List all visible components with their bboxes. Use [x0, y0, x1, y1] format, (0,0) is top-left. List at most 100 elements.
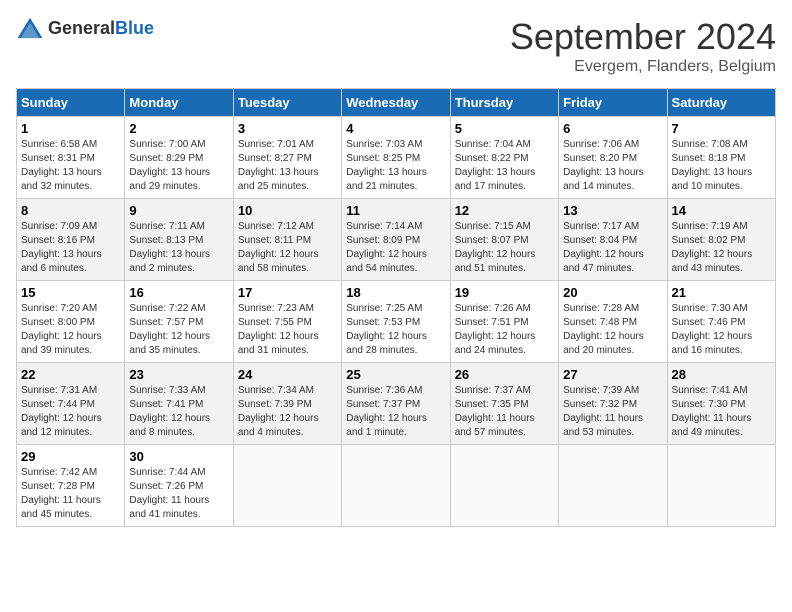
day-number: 12: [455, 203, 554, 218]
day-info: Sunrise: 7:06 AM Sunset: 8:20 PM Dayligh…: [563, 138, 662, 194]
day-number: 9: [129, 203, 228, 218]
day-number: 14: [672, 203, 771, 218]
header-cell-sunday: Sunday: [17, 89, 125, 117]
day-number: 20: [563, 285, 662, 300]
day-info: Sunrise: 7:17 AM Sunset: 8:04 PM Dayligh…: [563, 220, 662, 276]
empty-cell: [233, 445, 341, 527]
day-number: 13: [563, 203, 662, 218]
day-info: Sunrise: 7:11 AM Sunset: 8:13 PM Dayligh…: [129, 220, 228, 276]
day-number: 24: [238, 367, 337, 382]
day-cell-13: 13 Sunrise: 7:17 AM Sunset: 8:04 PM Dayli…: [559, 199, 667, 281]
day-info: Sunrise: 7:41 AM Sunset: 7:30 PM Dayligh…: [672, 384, 771, 440]
day-info: Sunrise: 7:30 AM Sunset: 7:46 PM Dayligh…: [672, 302, 771, 358]
day-info: Sunrise: 7:44 AM Sunset: 7:26 PM Dayligh…: [129, 466, 228, 522]
day-cell-5: 5Sunrise: 7:04 AM Sunset: 8:22 PM Daylig…: [450, 117, 558, 199]
day-cell-28: 28 Sunrise: 7:41 AM Sunset: 7:30 PM Dayli…: [667, 363, 775, 445]
day-number: 11: [346, 203, 445, 218]
day-number: 19: [455, 285, 554, 300]
day-number: 7: [672, 121, 771, 136]
day-info: Sunrise: 7:36 AM Sunset: 7:37 PM Dayligh…: [346, 384, 445, 440]
day-info: Sunrise: 7:08 AM Sunset: 8:18 PM Dayligh…: [672, 138, 771, 194]
day-number: 4: [346, 121, 445, 136]
day-info: Sunrise: 7:39 AM Sunset: 7:32 PM Dayligh…: [563, 384, 662, 440]
day-number: 1: [21, 121, 120, 136]
generalblue-logo-icon: [16, 16, 44, 40]
header-cell-tuesday: Tuesday: [233, 89, 341, 117]
title-area: September 2024 Evergem, Flanders, Belgiu…: [510, 16, 776, 76]
day-number: 10: [238, 203, 337, 218]
day-info: Sunrise: 7:31 AM Sunset: 7:44 PM Dayligh…: [21, 384, 120, 440]
empty-cell: [667, 445, 775, 527]
day-cell-7: 7 Sunrise: 7:08 AM Sunset: 8:18 PM Daylig…: [667, 117, 775, 199]
calendar-header: SundayMondayTuesdayWednesdayThursdayFrid…: [17, 89, 776, 117]
day-number: 8: [21, 203, 120, 218]
day-number: 17: [238, 285, 337, 300]
day-info: Sunrise: 7:37 AM Sunset: 7:35 PM Dayligh…: [455, 384, 554, 440]
day-cell-12: 12Sunrise: 7:15 AM Sunset: 8:07 PM Dayli…: [450, 199, 558, 281]
day-number: 25: [346, 367, 445, 382]
day-number: 27: [563, 367, 662, 382]
week-row-4: 22 Sunrise: 7:31 AM Sunset: 7:44 PM Dayli…: [17, 363, 776, 445]
day-number: 15: [21, 285, 120, 300]
empty-cell: [450, 445, 558, 527]
day-cell-18: 18Sunrise: 7:25 AM Sunset: 7:53 PM Dayli…: [342, 281, 450, 363]
day-cell-29: 29 Sunrise: 7:42 AM Sunset: 7:28 PM Dayli…: [17, 445, 125, 527]
day-cell-21: 21 Sunrise: 7:30 AM Sunset: 7:46 PM Dayli…: [667, 281, 775, 363]
day-cell-2: 2 Sunrise: 7:00 AM Sunset: 8:29 PM Daylig…: [125, 117, 233, 199]
header-cell-thursday: Thursday: [450, 89, 558, 117]
day-cell-24: 24 Sunrise: 7:34 AM Sunset: 7:39 PM Dayli…: [233, 363, 341, 445]
day-cell-6: 6 Sunrise: 7:06 AM Sunset: 8:20 PM Daylig…: [559, 117, 667, 199]
day-cell-8: 8 Sunrise: 7:09 AM Sunset: 8:16 PM Daylig…: [17, 199, 125, 281]
day-cell-30: 30Sunrise: 7:44 AM Sunset: 7:26 PM Dayli…: [125, 445, 233, 527]
day-cell-14: 14Sunrise: 7:19 AM Sunset: 8:02 PM Dayli…: [667, 199, 775, 281]
location-title: Evergem, Flanders, Belgium: [510, 58, 776, 76]
logo-blue: Blue: [115, 18, 154, 38]
day-number: 6: [563, 121, 662, 136]
day-cell-20: 20 Sunrise: 7:28 AM Sunset: 7:48 PM Dayli…: [559, 281, 667, 363]
day-cell-19: 19Sunrise: 7:26 AM Sunset: 7:51 PM Dayli…: [450, 281, 558, 363]
day-info: Sunrise: 7:42 AM Sunset: 7:28 PM Dayligh…: [21, 466, 120, 522]
empty-cell: [559, 445, 667, 527]
day-cell-10: 10 Sunrise: 7:12 AM Sunset: 8:11 PM Dayli…: [233, 199, 341, 281]
day-info: Sunrise: 7:22 AM Sunset: 7:57 PM Dayligh…: [129, 302, 228, 358]
week-row-1: 1 Sunrise: 6:58 AM Sunset: 8:31 PM Daylig…: [17, 117, 776, 199]
day-number: 21: [672, 285, 771, 300]
week-row-2: 8 Sunrise: 7:09 AM Sunset: 8:16 PM Daylig…: [17, 199, 776, 281]
calendar-body: 1 Sunrise: 6:58 AM Sunset: 8:31 PM Daylig…: [17, 117, 776, 527]
day-info: Sunrise: 7:09 AM Sunset: 8:16 PM Dayligh…: [21, 220, 120, 276]
day-cell-27: 27 Sunrise: 7:39 AM Sunset: 7:32 PM Dayli…: [559, 363, 667, 445]
day-cell-25: 25 Sunrise: 7:36 AM Sunset: 7:37 PM Dayli…: [342, 363, 450, 445]
logo-general: General: [48, 18, 115, 38]
calendar-table: SundayMondayTuesdayWednesdayThursdayFrid…: [16, 88, 776, 527]
day-info: Sunrise: 7:00 AM Sunset: 8:29 PM Dayligh…: [129, 138, 228, 194]
week-row-5: 29 Sunrise: 7:42 AM Sunset: 7:28 PM Dayli…: [17, 445, 776, 527]
day-cell-15: 15 Sunrise: 7:20 AM Sunset: 8:00 PM Dayli…: [17, 281, 125, 363]
day-number: 16: [129, 285, 228, 300]
day-number: 22: [21, 367, 120, 382]
day-number: 28: [672, 367, 771, 382]
header-cell-friday: Friday: [559, 89, 667, 117]
day-number: 29: [21, 449, 120, 464]
empty-cell: [342, 445, 450, 527]
header-row: SundayMondayTuesdayWednesdayThursdayFrid…: [17, 89, 776, 117]
day-info: Sunrise: 7:04 AM Sunset: 8:22 PM Dayligh…: [455, 138, 554, 194]
month-title: September 2024: [510, 16, 776, 58]
day-number: 18: [346, 285, 445, 300]
day-number: 2: [129, 121, 228, 136]
day-cell-11: 11Sunrise: 7:14 AM Sunset: 8:09 PM Dayli…: [342, 199, 450, 281]
day-info: Sunrise: 7:33 AM Sunset: 7:41 PM Dayligh…: [129, 384, 228, 440]
header-cell-saturday: Saturday: [667, 89, 775, 117]
logo-text: GeneralBlue: [48, 18, 154, 39]
header-cell-wednesday: Wednesday: [342, 89, 450, 117]
day-info: Sunrise: 7:28 AM Sunset: 7:48 PM Dayligh…: [563, 302, 662, 358]
week-row-3: 15 Sunrise: 7:20 AM Sunset: 8:00 PM Dayli…: [17, 281, 776, 363]
day-info: Sunrise: 7:34 AM Sunset: 7:39 PM Dayligh…: [238, 384, 337, 440]
day-info: Sunrise: 7:20 AM Sunset: 8:00 PM Dayligh…: [21, 302, 120, 358]
day-number: 23: [129, 367, 228, 382]
day-info: Sunrise: 6:58 AM Sunset: 8:31 PM Dayligh…: [21, 138, 120, 194]
day-number: 3: [238, 121, 337, 136]
day-info: Sunrise: 7:12 AM Sunset: 8:11 PM Dayligh…: [238, 220, 337, 276]
day-cell-26: 26Sunrise: 7:37 AM Sunset: 7:35 PM Dayli…: [450, 363, 558, 445]
header-cell-monday: Monday: [125, 89, 233, 117]
day-info: Sunrise: 7:23 AM Sunset: 7:55 PM Dayligh…: [238, 302, 337, 358]
